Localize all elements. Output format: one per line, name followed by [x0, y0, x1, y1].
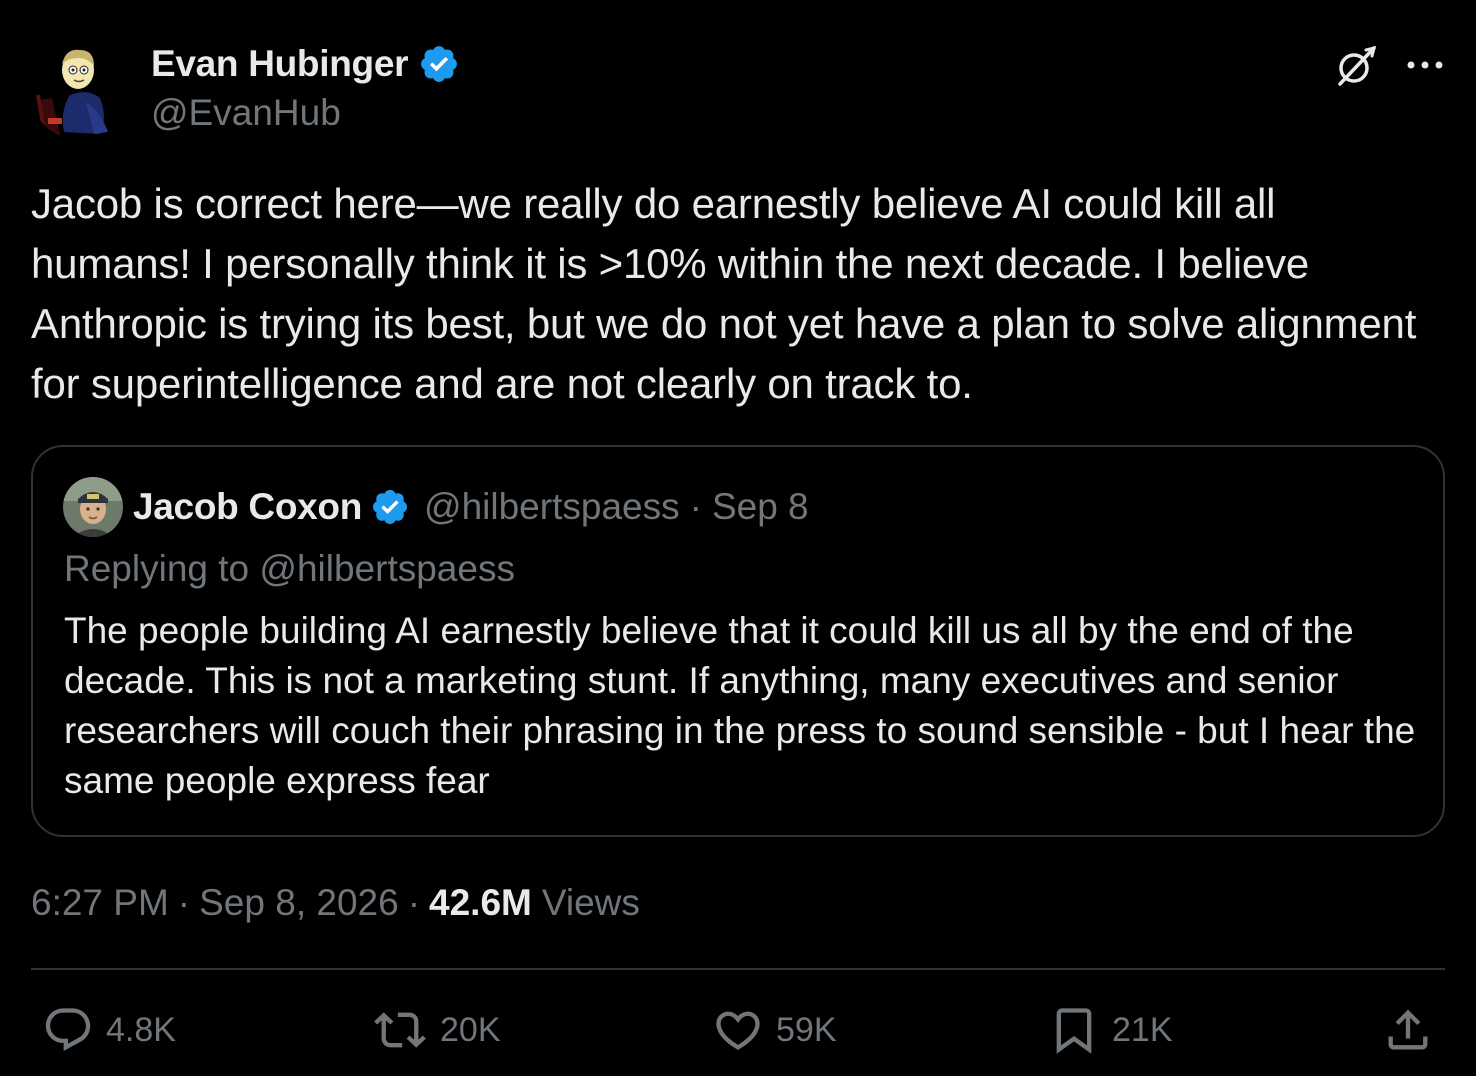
tweet-text: Jacob is correct here—we really do earne… — [31, 180, 1417, 407]
repost-button[interactable]: 20K — [372, 1004, 501, 1056]
quote-replying-to: Replying to @hilbertspaess — [64, 548, 515, 589]
more-icon[interactable] — [1400, 40, 1450, 90]
share-button[interactable] — [1382, 1004, 1434, 1056]
quote-author-avatar[interactable] — [63, 477, 123, 537]
tweet-date[interactable]: Sep 8, 2026 — [199, 882, 399, 924]
quote-author-handle[interactable]: @hilbertspaess — [424, 486, 680, 528]
meta-separator: · — [407, 882, 421, 923]
divider — [31, 968, 1445, 970]
share-icon — [1388, 1009, 1428, 1050]
bookmark-button[interactable]: 21K — [1048, 1004, 1173, 1056]
tweet-time[interactable]: 6:27 PM — [31, 882, 169, 924]
quote-tweet[interactable]: Jacob Coxon @hilbertspaess · Sep 8 Reply… — [31, 445, 1445, 837]
like-button[interactable]: 59K — [712, 1004, 837, 1056]
quote-text: The people building AI earnestly believe… — [64, 610, 1416, 801]
bookmark-icon — [1056, 1008, 1092, 1054]
author-name[interactable]: Evan Hubinger — [151, 43, 409, 85]
quote-header: Jacob Coxon @hilbertspaess · Sep 8 — [133, 485, 809, 529]
meta-separator: · — [177, 882, 191, 923]
verified-badge-icon — [421, 46, 458, 82]
author-handle[interactable]: @EvanHub — [151, 92, 341, 134]
reply-count: 4.8K — [106, 1010, 176, 1049]
quote-author-name[interactable]: Jacob Coxon — [133, 486, 362, 528]
views-label: Views — [541, 882, 640, 923]
tweet-meta: 6:27 PM · Sep 8, 2026 · 42.6M Views — [31, 879, 640, 927]
author-name-row: Evan Hubinger — [151, 42, 460, 86]
bookmark-count: 21K — [1112, 1010, 1173, 1049]
author-avatar[interactable] — [30, 40, 130, 140]
quote-date[interactable]: Sep 8 — [712, 486, 809, 528]
tweet: Evan Hubinger @EvanHub Jacob is correct … — [0, 0, 1476, 1076]
grok-icon[interactable] — [1330, 40, 1382, 92]
reply-icon — [45, 1008, 91, 1052]
repost-icon — [374, 1012, 426, 1048]
verified-badge-icon — [372, 489, 408, 525]
views-count: 42.6M — [429, 882, 532, 923]
heart-icon — [716, 1011, 760, 1050]
reply-button[interactable]: 4.8K — [42, 1004, 176, 1056]
like-count: 59K — [776, 1010, 837, 1049]
repost-count: 20K — [440, 1010, 501, 1049]
quote-separator: · — [689, 486, 702, 527]
